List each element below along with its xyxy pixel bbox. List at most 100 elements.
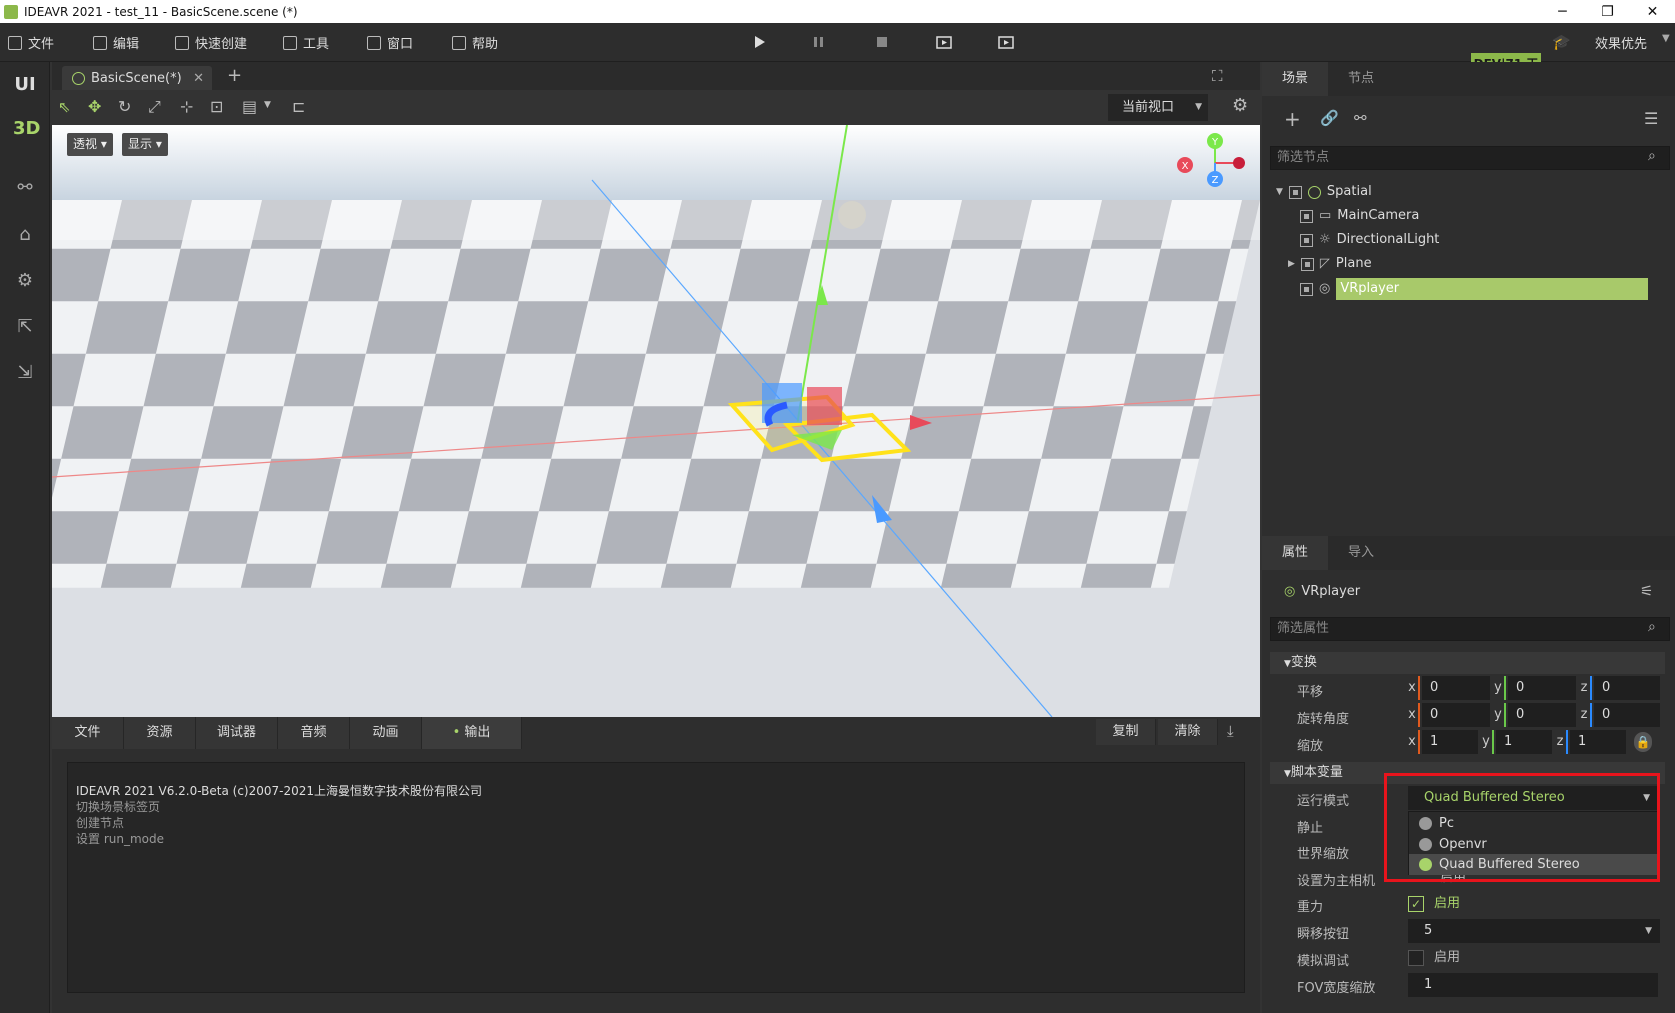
- tree-node-maincamera[interactable]: ▭ MainCamera: [1300, 205, 1419, 227]
- gizmo-z-label: Z: [1212, 175, 1219, 186]
- scale-tool-icon[interactable]: ⤢: [148, 97, 161, 117]
- pivot-icon[interactable]: ⊹: [180, 97, 193, 116]
- visibility-checkbox[interactable]: [1300, 282, 1313, 296]
- tree-node-spatial[interactable]: ▼ Spatial: [1276, 181, 1372, 203]
- gear-icon[interactable]: ⚙: [1232, 95, 1248, 116]
- snap-icon[interactable]: ⊡: [210, 97, 223, 116]
- sim-debug-toggle[interactable]: 启用: [1408, 946, 1460, 970]
- clear-button[interactable]: 清除: [1158, 719, 1218, 745]
- visibility-checkbox[interactable]: [1288, 185, 1302, 199]
- orientation-gizmo[interactable]: Y X Z: [1177, 133, 1253, 195]
- copy-button[interactable]: 复制: [1096, 719, 1156, 745]
- node-graph-icon[interactable]: ⚯: [13, 177, 37, 201]
- rotate-x-field[interactable]: 0: [1422, 703, 1490, 727]
- gizmo-y-label: Y: [1211, 137, 1219, 148]
- camera-icon[interactable]: ⊏: [292, 97, 305, 116]
- link-icon[interactable]: 🔗: [1320, 109, 1339, 127]
- property-filter-input[interactable]: 筛选属性: [1270, 617, 1670, 641]
- import-icon[interactable]: ⇲: [13, 362, 37, 386]
- minimize-button[interactable]: ─: [1540, 4, 1585, 20]
- view-select[interactable]: 当前视口 ▼: [1108, 94, 1208, 121]
- translate-z-field[interactable]: 0: [1594, 676, 1660, 700]
- tab-debugger[interactable]: 调试器: [196, 717, 278, 749]
- tree-node-plane[interactable]: ▶ ◸ Plane: [1288, 253, 1372, 275]
- transform-section[interactable]: ▼变换: [1270, 652, 1665, 674]
- menu-window[interactable]: 窗口: [367, 33, 413, 52]
- play-scene-icon[interactable]: [935, 34, 953, 50]
- close-button[interactable]: ✕: [1630, 4, 1675, 20]
- tree-node-vrplayer[interactable]: ◎ VRplayer: [1300, 278, 1649, 300]
- export-icon[interactable]: ⇱: [13, 316, 37, 340]
- move-tool-icon[interactable]: ✥: [88, 97, 101, 116]
- quality-mode-select[interactable]: 效果优先: [1595, 33, 1647, 52]
- perspective-button[interactable]: 透视 ▾: [67, 133, 113, 156]
- tab-node[interactable]: 节点: [1328, 62, 1394, 96]
- rotate-y-field[interactable]: 0: [1508, 703, 1576, 727]
- chevron-down-icon[interactable]: ▼: [264, 100, 271, 110]
- menu-edit[interactable]: 编辑: [93, 33, 139, 52]
- grid-menu-icon[interactable]: ▤: [242, 97, 257, 116]
- fullscreen-icon[interactable]: ⛶: [1212, 67, 1223, 85]
- add-node-icon[interactable]: +: [1284, 107, 1301, 131]
- visibility-checkbox[interactable]: [1300, 233, 1313, 247]
- gravity-toggle[interactable]: ✓ 启用: [1408, 892, 1460, 916]
- scale-x-field[interactable]: 1: [1422, 730, 1478, 754]
- crop-icon: [93, 35, 107, 50]
- play-custom-icon[interactable]: [997, 34, 1015, 50]
- tab-resources[interactable]: 资源: [124, 717, 196, 749]
- fov-field[interactable]: 1: [1408, 973, 1658, 997]
- node-connect-icon[interactable]: ⚯: [1354, 109, 1367, 127]
- store-icon[interactable]: ⌂: [13, 224, 37, 248]
- unchecked-checkbox[interactable]: [1408, 950, 1424, 966]
- 3d-mode-button[interactable]: 3D: [13, 118, 40, 142]
- tab-files[interactable]: 文件: [52, 717, 124, 749]
- stop-icon[interactable]: [873, 34, 891, 50]
- visibility-checkbox[interactable]: [1300, 209, 1313, 223]
- check-icon[interactable]: ✓: [1408, 896, 1424, 912]
- settings-panel-icon[interactable]: ⚙: [13, 270, 37, 294]
- translate-y-field[interactable]: 0: [1508, 676, 1576, 700]
- tab-properties[interactable]: 属性: [1262, 536, 1328, 570]
- axis-y-label: y: [1492, 703, 1506, 727]
- tab-animation[interactable]: 动画: [350, 717, 422, 749]
- display-button[interactable]: 显示 ▾: [122, 133, 168, 156]
- pause-icon[interactable]: [810, 34, 828, 50]
- 3d-viewport[interactable]: 透视 ▾ 显示 ▾ Y X Z: [52, 125, 1260, 717]
- graduation-cap-icon[interactable]: 🎓: [1552, 33, 1571, 51]
- chevron-down-icon[interactable]: ▼: [1662, 33, 1670, 44]
- rotate-z-field[interactable]: 0: [1594, 703, 1660, 727]
- visibility-checkbox[interactable]: [1300, 257, 1314, 271]
- close-tab-icon[interactable]: ✕: [193, 71, 204, 86]
- lock-icon[interactable]: 🔒: [1634, 732, 1652, 752]
- gizmo-x-label: X: [1182, 161, 1189, 172]
- rotate-tool-icon[interactable]: ↻: [118, 97, 131, 116]
- add-tab-icon[interactable]: +: [227, 65, 242, 86]
- tree-node-directionallight[interactable]: ☼ DirectionalLight: [1300, 229, 1439, 251]
- teleport-select[interactable]: 5 ▼: [1408, 919, 1660, 943]
- menu-icon[interactable]: ☰: [1644, 109, 1658, 128]
- menu-help[interactable]: 帮助: [452, 33, 498, 52]
- tab-scene[interactable]: 场景: [1262, 62, 1328, 96]
- expand-icon[interactable]: ▶: [1288, 253, 1295, 275]
- tune-icon[interactable]: ⚟: [1640, 582, 1653, 600]
- menu-file[interactable]: 文件: [8, 33, 54, 52]
- expand-icon[interactable]: ▼: [1276, 181, 1283, 203]
- pin-output-icon[interactable]: ⤓: [1227, 722, 1234, 740]
- node-filter-input[interactable]: 筛选节点: [1270, 146, 1670, 170]
- select-tool-icon[interactable]: ⇖: [58, 98, 71, 116]
- inspector-node-header: ◎ VRplayer: [1284, 581, 1360, 603]
- tab-output[interactable]: • 输出: [422, 717, 522, 749]
- scale-z-field[interactable]: 1: [1570, 730, 1626, 754]
- ui-mode-button[interactable]: UI: [13, 74, 37, 98]
- tab-basic-scene[interactable]: BasicScene(*) ✕: [62, 66, 212, 90]
- restore-button[interactable]: ❐: [1585, 4, 1630, 20]
- play-icon[interactable]: [750, 34, 768, 50]
- tab-import[interactable]: 导入: [1328, 536, 1394, 570]
- translate-x-field[interactable]: 0: [1422, 676, 1490, 700]
- menu-quick-create[interactable]: 快速创建: [175, 33, 247, 52]
- tab-audio[interactable]: 音频: [278, 717, 350, 749]
- collapse-icon: ▼: [1284, 659, 1291, 669]
- menu-tools[interactable]: 工具: [283, 33, 329, 52]
- run-mode-label: 运行模式: [1297, 794, 1350, 809]
- scale-y-field[interactable]: 1: [1496, 730, 1552, 754]
